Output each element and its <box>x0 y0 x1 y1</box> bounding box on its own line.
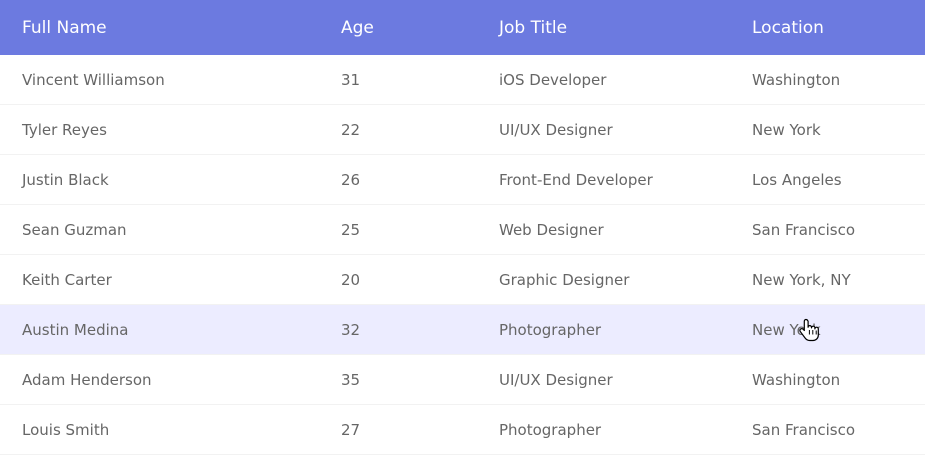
cell-age: 20 <box>341 270 361 289</box>
cell-job-title: Photographer <box>499 320 602 339</box>
cell-location: Washington <box>752 370 841 389</box>
table-row[interactable]: Vincent Williamson 31 iOS Developer Wash… <box>0 55 925 105</box>
table-row-hovered[interactable]: Austin Medina 32 Photographer New York <box>0 305 925 355</box>
cell-location: San Francisco <box>752 420 856 439</box>
cell-full-name: Adam Henderson <box>22 370 152 389</box>
cell-full-name: Vincent Williamson <box>22 70 165 89</box>
cell-age: 22 <box>341 120 361 139</box>
cell-full-name: Tyler Reyes <box>22 120 107 139</box>
cell-location: Los Angeles <box>752 170 842 189</box>
table-row[interactable]: Justin Black 26 Front-End Developer Los … <box>0 155 925 205</box>
cell-location: New York <box>752 120 821 139</box>
cell-location: New York, NY <box>752 270 851 289</box>
cell-age: 25 <box>341 220 361 239</box>
table-row[interactable]: Louis Smith 27 Photographer San Francisc… <box>0 405 925 455</box>
cell-age: 27 <box>341 420 361 439</box>
header-age[interactable]: Age <box>341 18 374 38</box>
cell-job-title: Graphic Designer <box>499 270 630 289</box>
header-location[interactable]: Location <box>752 18 824 38</box>
cell-full-name: Justin Black <box>22 170 109 189</box>
cell-job-title: Front-End Developer <box>499 170 653 189</box>
table-row[interactable]: Sean Guzman 25 Web Designer San Francisc… <box>0 205 925 255</box>
table-row[interactable]: Adam Henderson 35 UI/UX Designer Washing… <box>0 355 925 405</box>
cell-job-title: UI/UX Designer <box>499 120 613 139</box>
cell-location: Washington <box>752 70 841 89</box>
cell-full-name: Sean Guzman <box>22 220 127 239</box>
cell-age: 35 <box>341 370 361 389</box>
header-job-title[interactable]: Job Title <box>499 18 567 38</box>
cell-location: New York <box>752 320 821 339</box>
table-row[interactable]: Keith Carter 20 Graphic Designer New Yor… <box>0 255 925 305</box>
cell-job-title: Web Designer <box>499 220 604 239</box>
cell-age: 26 <box>341 170 361 189</box>
header-full-name[interactable]: Full Name <box>22 18 107 38</box>
table-header: Full Name Age Job Title Location <box>0 0 925 55</box>
cell-full-name: Louis Smith <box>22 420 110 439</box>
cell-job-title: iOS Developer <box>499 70 607 89</box>
cell-full-name: Keith Carter <box>22 270 112 289</box>
table-row[interactable]: Tyler Reyes 22 UI/UX Designer New York <box>0 105 925 155</box>
cell-job-title: UI/UX Designer <box>499 370 613 389</box>
cell-job-title: Photographer <box>499 420 602 439</box>
cell-age: 31 <box>341 70 361 89</box>
cell-age: 32 <box>341 320 361 339</box>
cell-full-name: Austin Medina <box>22 320 129 339</box>
cell-location: San Francisco <box>752 220 856 239</box>
data-table: Full Name Age Job Title Location Vincent… <box>0 0 925 455</box>
